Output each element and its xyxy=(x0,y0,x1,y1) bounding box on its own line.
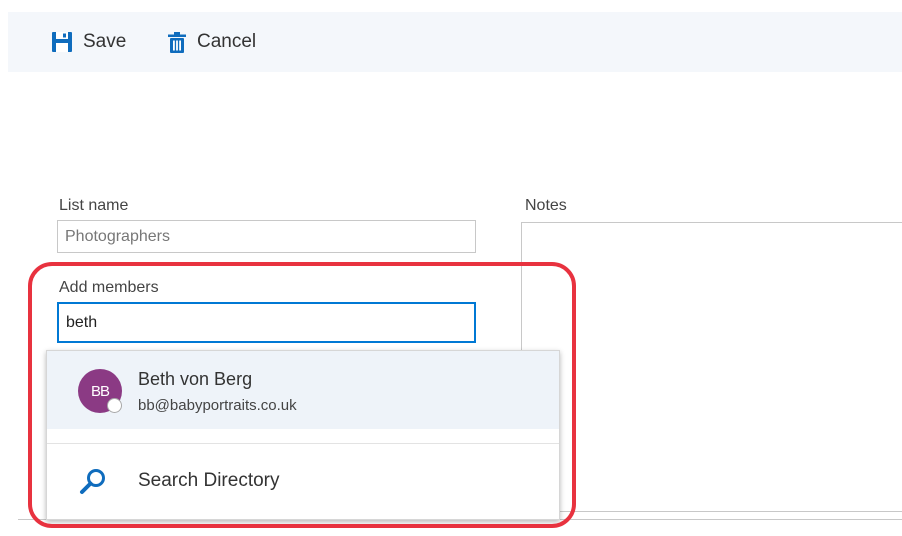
save-label: Save xyxy=(83,31,127,52)
floppy-disk-icon xyxy=(52,32,72,52)
trash-can-icon xyxy=(168,31,186,53)
highlight-annotation xyxy=(28,262,576,528)
save-button[interactable]: Save xyxy=(52,12,126,72)
list-name-input[interactable] xyxy=(57,220,476,253)
list-name-label: List name xyxy=(59,197,129,214)
command-bar: Save Cancel xyxy=(8,12,902,72)
notes-textarea[interactable] xyxy=(521,222,902,512)
notes-label: Notes xyxy=(525,197,567,214)
cancel-label: Cancel xyxy=(197,31,257,52)
cancel-button[interactable]: Cancel xyxy=(168,12,256,72)
